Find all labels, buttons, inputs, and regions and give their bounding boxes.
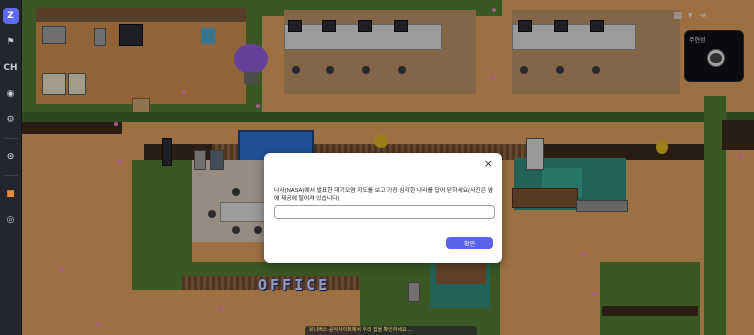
answer-input[interactable] (274, 205, 495, 219)
left-toolbar: Z ⚑ CH ◉ ⚙ ⊙ ■ ◎ (0, 0, 22, 335)
channel-button[interactable]: CH (3, 60, 19, 76)
settings-icon[interactable]: ⚙ (3, 112, 19, 128)
location-icon[interactable]: ◉ (3, 86, 19, 102)
toolbar-divider (3, 138, 18, 139)
close-icon[interactable]: × (484, 157, 493, 170)
mask-icon[interactable]: ⊙ (3, 149, 19, 165)
app-logo[interactable]: Z (2, 8, 19, 24)
status-icon[interactable]: ◎ (3, 212, 19, 228)
megaphone-icon[interactable]: ⚑ (3, 34, 19, 50)
confirm-button[interactable]: 확인 (446, 237, 493, 249)
modal-question: 나사(NASA)에서 발표한 대기오염 지도를 보고 가장 심각한 나라를 답어… (274, 188, 494, 202)
bottom-notice: 유니버스 공식사이트에서 우리 집을 확인하세요 ... (305, 326, 477, 335)
quiz-modal: × 나사(NASA)에서 발표한 대기오염 지도를 보고 가장 심각한 나라를 … (264, 153, 502, 263)
avatar-icon[interactable]: ■ (3, 186, 19, 202)
toolbar-divider (3, 175, 18, 176)
